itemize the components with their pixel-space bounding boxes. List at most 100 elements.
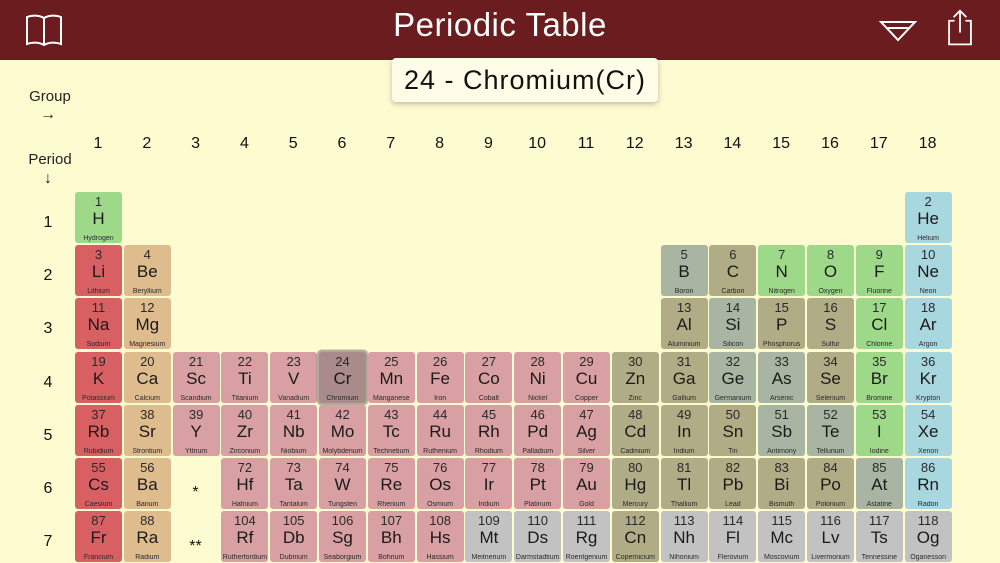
element-cell-beryllium[interactable]: 4 Be Beryllium [123, 245, 171, 297]
element-cell-niobium[interactable]: 41 Nb Niobium [270, 404, 318, 456]
element-cell-iron[interactable]: 26 Fe Iron [416, 351, 464, 403]
element-cell-carbon[interactable]: 6 C Carbon [709, 245, 757, 297]
element-cell-gold[interactable]: 79 Au Gold [563, 458, 610, 509]
element-cell-arsenic[interactable]: 33 As Arsenic [758, 351, 806, 403]
element-cell-germanium[interactable]: 32 Ge Germanium [709, 351, 757, 403]
element-cell-tennessine[interactable]: 117 Ts Tennessine [855, 511, 903, 563]
element-cell-copper[interactable]: 29 Cu Copper [563, 351, 610, 403]
element-cell-chromium[interactable]: 24 Cr Chromium [317, 349, 368, 405]
element-cell-bromine[interactable]: 35 Br Bromine [855, 351, 903, 403]
element-cell-hassium[interactable]: 108 Hs Hassium [416, 511, 464, 563]
element-cell-oxygen[interactable]: 8 O Oxygen [807, 245, 854, 297]
element-cell-krypton[interactable]: 36 Kr Krypton [904, 351, 952, 403]
element-cell-darmstadtium[interactable]: 110 Ds Darmstadtium [514, 511, 562, 563]
element-cell-tantalum[interactable]: 73 Ta Tantalum [270, 458, 318, 509]
element-cell-silver[interactable]: 47 Ag Silver [563, 404, 610, 456]
element-cell-gallium[interactable]: 31 Ga Gallium [660, 351, 708, 403]
element-cell-dubnium[interactable]: 105 Db Dubnium [270, 511, 318, 563]
element-cell-titanium[interactable]: 22 Ti Titanium [221, 351, 269, 403]
element-cell-moscovium[interactable]: 115 Mc Moscovium [758, 511, 806, 563]
element-cell-tellurium[interactable]: 52 Te Tellurium [807, 404, 854, 456]
element-symbol: Rg [575, 528, 598, 548]
atomic-number: 10 [920, 247, 936, 263]
element-cell-livermorium[interactable]: 116 Lv Livermorium [807, 511, 854, 563]
element-cell-xenon[interactable]: 54 Xe Xenon [904, 404, 952, 456]
element-cell-technetium[interactable]: 43 Tc Technetium [367, 404, 415, 456]
element-cell-lithium[interactable]: 3 Li Lithium [75, 245, 122, 297]
element-symbol: Si [725, 315, 741, 335]
element-cell-bismuth[interactable]: 83 Bi Bismuth [758, 458, 806, 509]
share-icon[interactable] [940, 8, 980, 48]
element-cell-argon[interactable]: 18 Ar Argon [904, 298, 952, 350]
element-cell-polonium[interactable]: 84 Po Polonium [807, 458, 854, 509]
element-cell-palladium[interactable]: 46 Pd Palladium [514, 404, 562, 456]
element-name: Tungsten [328, 501, 357, 508]
element-cell-nitrogen[interactable]: 7 N Nitrogen [758, 245, 806, 297]
element-cell-indium[interactable]: 49 In Indium [660, 404, 708, 456]
element-cell-cobalt[interactable]: 27 Co Cobalt [465, 351, 513, 403]
element-cell-barium[interactable]: 56 Ba Barium [123, 458, 171, 509]
element-cell-seaborgium[interactable]: 106 Sg Seaborgium [319, 511, 366, 563]
element-cell-tungsten[interactable]: 74 W Tungsten [319, 458, 366, 509]
element-cell-oganesson[interactable]: 118 Og Oganesson [904, 511, 952, 563]
element-cell-phosphorus[interactable]: 15 P Phosphorus [758, 298, 806, 350]
element-cell-iridium[interactable]: 77 Ir Iridium [465, 458, 513, 509]
filter-icon[interactable] [878, 10, 918, 50]
element-cell-manganese[interactable]: 25 Mn Manganese [367, 351, 415, 403]
element-cell-helium[interactable]: 2 He Helium [904, 192, 952, 243]
element-cell-lead[interactable]: 82 Pb Lead [709, 458, 757, 509]
element-cell-aluminium[interactable]: 13 Al Aluminium [660, 298, 708, 350]
atomic-number: 4 [143, 247, 151, 263]
element-cell-astatine[interactable]: 85 At Astatine [855, 458, 903, 509]
element-cell-hafnium[interactable]: 72 Hf Hafnium [221, 458, 269, 509]
element-cell-scandium[interactable]: 21 Sc Scandium [172, 351, 220, 403]
element-cell-mercury[interactable]: 80 Hg Mercury [611, 458, 659, 509]
element-cell-neon[interactable]: 10 Ne Neon [904, 245, 952, 297]
element-name: Antimony [767, 447, 797, 455]
element-cell-molybdenum[interactable]: 42 Mo Molybdenum [319, 404, 366, 456]
element-name: Iron [434, 394, 447, 402]
element-cell-platinum[interactable]: 78 Pt Platinum [514, 458, 562, 509]
element-cell-boron[interactable]: 5 B Boron [660, 245, 708, 297]
element-cell-magnesium[interactable]: 12 Mg Magnesium [123, 298, 171, 350]
element-cell-strontium[interactable]: 38 Sr Strontium [123, 404, 171, 456]
atomic-number: 50 [725, 406, 741, 422]
element-cell-hydrogen[interactable]: 1 H Hydrogen [75, 192, 122, 243]
element-cell-francium[interactable]: 87 Fr Francium [75, 511, 122, 563]
element-cell-cadmium[interactable]: 48 Cd Cadmium [611, 404, 659, 456]
element-cell-iodine[interactable]: 53 I Iodine [855, 404, 903, 456]
element-cell-selenium[interactable]: 34 Se Selenium [807, 351, 854, 403]
element-cell-osmium[interactable]: 76 Os Osmium [416, 458, 464, 509]
element-cell-copernicium[interactable]: 112 Cn Copernicium [611, 511, 659, 563]
element-cell-bohrium[interactable]: 107 Bh Bohrium [367, 511, 415, 563]
element-cell-radon[interactable]: 86 Rn Radon [904, 458, 952, 509]
element-cell-thallium[interactable]: 81 Tl Thallium [660, 458, 708, 509]
element-cell-flerovium[interactable]: 114 Fl Flerovium [709, 511, 757, 563]
element-cell-potassium[interactable]: 19 K Potassium [75, 351, 122, 403]
element-cell-antimony[interactable]: 51 Sb Antimony [758, 404, 806, 456]
element-cell-tin[interactable]: 50 Sn Tin [709, 404, 757, 456]
element-cell-rutherfordium[interactable]: 104 Rf Rutherfordium [221, 511, 269, 563]
element-cell-sulfur[interactable]: 16 S Sulfur [807, 298, 854, 350]
element-cell-yttrium[interactable]: 39 Y Yttrium [172, 404, 220, 456]
element-cell-radium[interactable]: 88 Ra Radium [123, 511, 171, 563]
element-cell-caesium[interactable]: 55 Cs Caesium [75, 458, 122, 509]
element-cell-vanadium[interactable]: 23 V Vanadium [270, 351, 318, 403]
element-cell-silicon[interactable]: 14 Si Silicon [709, 298, 757, 350]
element-symbol: Ga [672, 368, 696, 388]
element-cell-meitnerium[interactable]: 109 Mt Meitnerium [465, 511, 513, 563]
element-cell-nihonium[interactable]: 113 Nh Nihonium [660, 511, 708, 563]
element-cell-nickel[interactable]: 28 Ni Nickel [514, 351, 562, 403]
atomic-number: 113 [673, 513, 695, 529]
element-cell-fluorine[interactable]: 9 F Fluorine [855, 245, 903, 297]
element-cell-rhenium[interactable]: 75 Re Rhenium [367, 458, 415, 509]
element-cell-zirconium[interactable]: 40 Zr Zirconium [221, 404, 269, 456]
element-cell-rubidium[interactable]: 37 Rb Rubidium [75, 404, 122, 456]
element-cell-rhodium[interactable]: 45 Rh Rhodium [465, 404, 513, 456]
element-cell-ruthenium[interactable]: 44 Ru Ruthenium [416, 404, 464, 456]
element-cell-sodium[interactable]: 11 Na Sodium [75, 298, 122, 350]
element-cell-chlorine[interactable]: 17 Cl Chlorine [855, 298, 903, 350]
element-cell-calcium[interactable]: 20 Ca Calcium [123, 351, 171, 403]
element-cell-roentgenium[interactable]: 111 Rg Roentgenium [563, 511, 610, 563]
element-cell-zinc[interactable]: 30 Zn Zinc [611, 351, 659, 403]
